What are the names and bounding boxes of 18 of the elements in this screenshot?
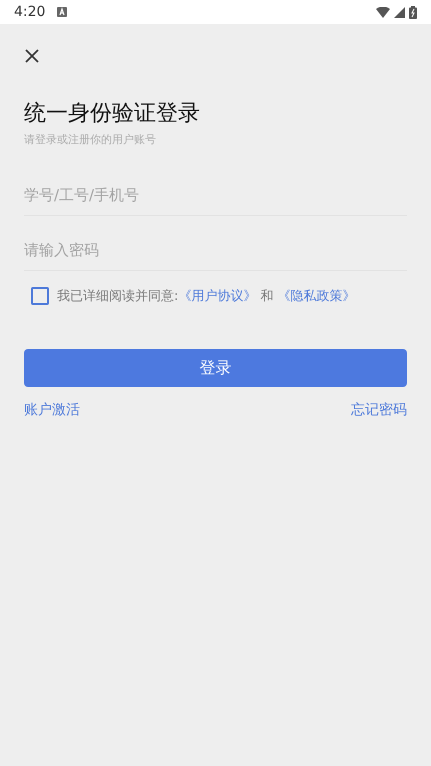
page-subtitle: 请登录或注册你的用户账号 xyxy=(24,132,157,147)
wifi-icon xyxy=(376,6,390,18)
joiner-text: 和 xyxy=(260,288,274,305)
agreement-checkbox[interactable] xyxy=(31,287,49,305)
battery-icon xyxy=(409,6,417,18)
notification-icon xyxy=(57,7,68,17)
forgot-password-link[interactable]: 忘记密码 xyxy=(351,401,407,419)
password-field[interactable]: 请输入密码 xyxy=(24,230,407,271)
account-field[interactable]: 学号/工号/手机号 xyxy=(24,175,407,216)
signal-icon xyxy=(394,6,405,18)
agreement-text: 我已详细阅读并同意: xyxy=(57,288,178,305)
page-title: 统一身份验证登录 xyxy=(24,100,201,128)
status-time: 4:20 xyxy=(14,4,46,20)
user-agreement-link[interactable]: 《用户协议》 xyxy=(178,287,256,305)
privacy-policy-link[interactable]: 《隐私政策》 xyxy=(277,287,356,305)
login-button[interactable]: 登录 xyxy=(24,349,407,387)
close-icon[interactable] xyxy=(24,48,40,64)
activate-account-link[interactable]: 账户激活 xyxy=(24,401,80,419)
